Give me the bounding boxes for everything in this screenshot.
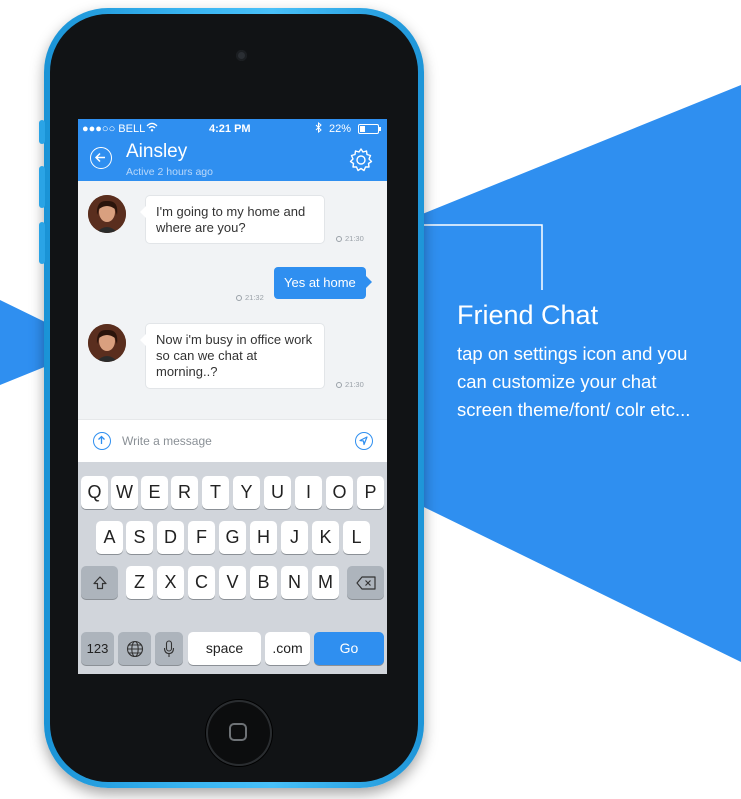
key-j[interactable]: J [281, 521, 308, 554]
settings-gear-icon[interactable] [348, 147, 374, 173]
volume-up-button [39, 166, 45, 208]
shift-key[interactable] [81, 566, 118, 599]
mute-switch [39, 120, 45, 144]
contact-status: Active 2 hours ago [126, 166, 213, 178]
key-s[interactable]: S [126, 521, 153, 554]
clock-icon [236, 295, 242, 301]
key-q[interactable]: Q [81, 476, 108, 509]
message-time: 21:30 [336, 380, 364, 389]
key-a[interactable]: A [96, 521, 123, 554]
message-bubble-incoming[interactable]: I'm going to my home and where are you? [140, 196, 324, 243]
message-time: 21:30 [336, 234, 364, 243]
callout-title: Friend Chat [457, 300, 599, 330]
key-i[interactable]: I [295, 476, 322, 509]
key-g[interactable]: G [219, 521, 246, 554]
battery-icon [358, 124, 382, 137]
microphone-key[interactable] [155, 632, 183, 665]
key-f[interactable]: F [188, 521, 215, 554]
key-c[interactable]: C [188, 566, 215, 599]
key-p[interactable]: P [357, 476, 384, 509]
contact-avatar[interactable] [88, 324, 126, 362]
chat-thread: I'm going to my home and where are you? … [78, 181, 387, 419]
key-e[interactable]: E [141, 476, 168, 509]
key-o[interactable]: O [326, 476, 353, 509]
carrier-label: ●●●○○ BELL [82, 123, 146, 135]
key-b[interactable]: B [250, 566, 277, 599]
go-key[interactable]: Go [314, 632, 384, 665]
key-y[interactable]: Y [233, 476, 260, 509]
key-k[interactable]: K [312, 521, 339, 554]
volume-down-button [39, 222, 45, 264]
shift-icon [92, 576, 107, 590]
wifi-icon [146, 122, 158, 135]
message-bubble-incoming[interactable]: Now i'm busy in office work so can we ch… [140, 324, 324, 388]
callout-body: tap on settings icon and you can customi… [457, 343, 691, 420]
key-l[interactable]: L [343, 521, 370, 554]
backspace-icon [355, 576, 376, 590]
message-text: I'm going to my home and where are you? [156, 204, 306, 235]
contact-avatar[interactable] [88, 195, 126, 233]
message-text: Yes at home [284, 275, 356, 290]
bluetooth-icon [315, 121, 322, 136]
space-key[interactable]: space [188, 632, 261, 665]
app-screen: ●●●○○ BELL 4:21 PM 22% Ainsley Active 2 … [78, 119, 387, 674]
message-input[interactable]: Write a message [122, 434, 212, 448]
clock-icon [336, 382, 342, 388]
dotcom-key[interactable]: .com [265, 632, 310, 665]
key-u[interactable]: U [264, 476, 291, 509]
battery-percent: 22% [329, 123, 352, 135]
message-bubble-outgoing[interactable]: Yes at home [274, 267, 372, 299]
globe-icon [126, 640, 143, 658]
send-icon[interactable] [355, 432, 373, 450]
back-icon[interactable] [90, 147, 112, 169]
key-w[interactable]: W [111, 476, 138, 509]
key-z[interactable]: Z [126, 566, 153, 599]
delete-key[interactable] [347, 566, 384, 599]
numbers-key[interactable]: 123 [81, 632, 114, 665]
keyboard: Q W E R T Y U I O P A S D F G H J K L Z … [78, 462, 387, 674]
status-time: 4:21 PM [209, 123, 251, 135]
status-bar: ●●●○○ BELL 4:21 PM 22% [78, 119, 387, 139]
key-d[interactable]: D [157, 521, 184, 554]
home-button[interactable] [206, 700, 272, 766]
key-n[interactable]: N [281, 566, 308, 599]
key-m[interactable]: M [312, 566, 339, 599]
message-composer: Write a message [78, 419, 387, 463]
message-time: 21:32 [236, 293, 264, 302]
globe-key[interactable] [118, 632, 151, 665]
message-text: Now i'm busy in office work so can we ch… [156, 332, 313, 379]
key-h[interactable]: H [250, 521, 277, 554]
chat-header: Ainsley Active 2 hours ago [78, 139, 387, 181]
microphone-icon [163, 640, 175, 657]
front-camera [236, 50, 247, 61]
clock-icon [336, 236, 342, 242]
key-x[interactable]: X [157, 566, 184, 599]
key-r[interactable]: R [171, 476, 198, 509]
key-v[interactable]: V [219, 566, 246, 599]
key-t[interactable]: T [202, 476, 229, 509]
upload-icon[interactable] [93, 432, 111, 450]
contact-name: Ainsley [126, 141, 188, 162]
